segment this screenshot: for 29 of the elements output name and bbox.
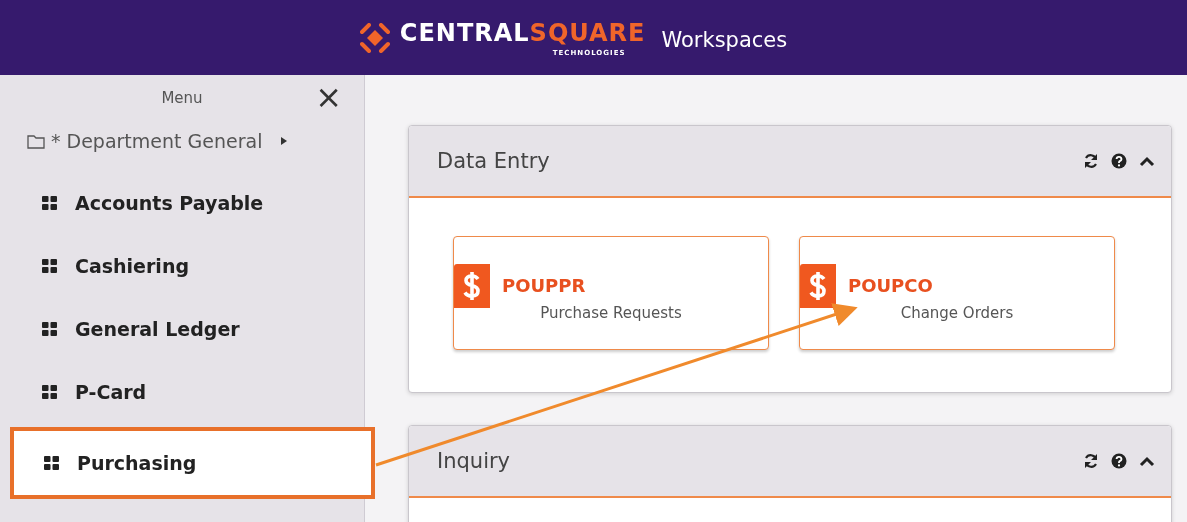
menu-item[interactable]: Purchasing (10, 427, 375, 499)
grid-icon (44, 456, 59, 470)
collapse-icon[interactable] (1139, 455, 1155, 467)
panel-title: Inquiry (437, 449, 512, 473)
logo-icon (359, 22, 390, 53)
dollar-icon (454, 264, 490, 308)
grid-icon (42, 384, 57, 399)
grid-icon (42, 195, 57, 210)
menu-title: Menu (161, 89, 203, 107)
app-title: Workspaces (661, 27, 788, 52)
grid-icon (42, 321, 57, 336)
dollar-icon (800, 264, 836, 308)
collapse-icon[interactable] (1139, 155, 1155, 167)
logo-wordmark: CENTRALSQUARE (399, 18, 646, 47)
help-icon[interactable] (1111, 153, 1127, 169)
menu-item[interactable]: Cashiering (0, 234, 364, 297)
menu-item[interactable]: P-Card (0, 360, 364, 423)
folder-item[interactable]: * Department General (27, 129, 289, 153)
app-tile[interactable]: POUPPR Purchase Requests (453, 236, 769, 350)
app-tile[interactable]: POUPCO Change Orders (799, 236, 1115, 350)
menu-item[interactable]: General Ledger (0, 297, 364, 360)
menu-item[interactable]: Accounts Payable (0, 171, 364, 234)
help-icon[interactable] (1111, 453, 1127, 469)
folder-icon (27, 133, 45, 149)
refresh-icon[interactable] (1083, 453, 1099, 469)
close-button[interactable]: × (315, 81, 342, 113)
grid-icon (42, 258, 57, 273)
panel-title: Data Entry (437, 149, 551, 173)
refresh-icon[interactable] (1083, 153, 1099, 169)
